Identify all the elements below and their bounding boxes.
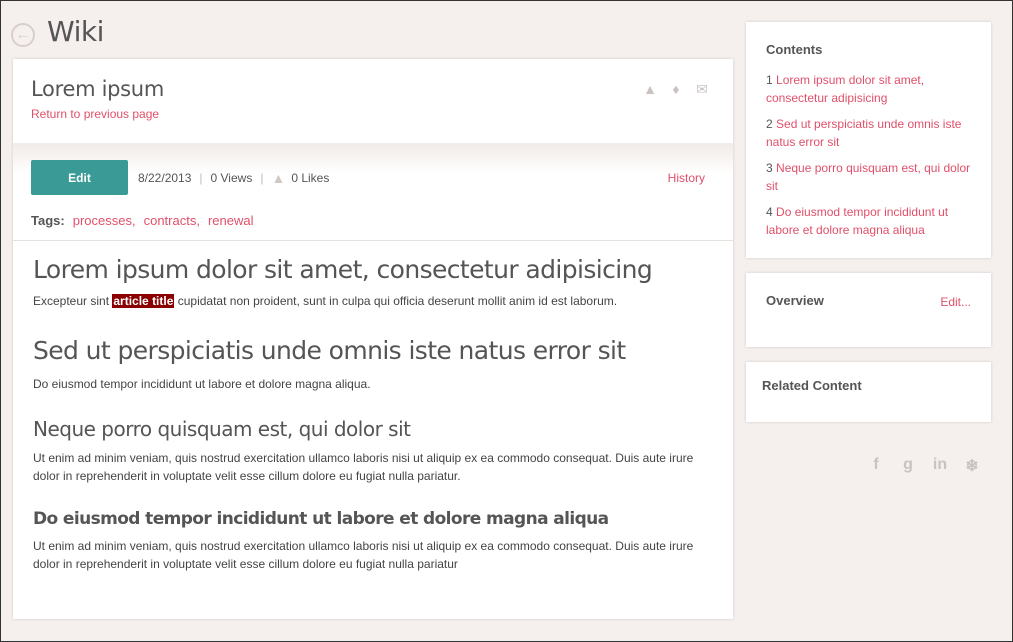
contents-panel: Contents 1 Lorem ipsum dolor sit amet, c… — [746, 22, 991, 258]
list-item: 1 Lorem ipsum dolor sit amet, consectetu… — [766, 73, 925, 105]
thumbs-up-icon[interactable]: ▲ — [641, 81, 659, 98]
section-heading: Sed ut perspiciatis unde omnis iste natu… — [33, 336, 626, 365]
divider: | — [260, 170, 264, 185]
tags-row: Tags: processes, contracts, renewal — [31, 213, 254, 228]
related-content-panel: Related Content — [746, 362, 991, 422]
facebook-icon[interactable]: f — [866, 456, 886, 476]
list-item: 2 Sed ut perspiciatis unde omnis iste na… — [766, 117, 962, 149]
page-header: ← Wiki — [11, 15, 104, 48]
toc-link[interactable]: Sed ut perspiciatis unde omnis iste natu… — [766, 117, 961, 149]
google-plus-icon[interactable]: g — [898, 456, 918, 476]
views-count: 0 Views — [210, 170, 253, 185]
mail-icon[interactable]: ✉ — [693, 81, 711, 98]
related-title: Related Content — [762, 378, 862, 393]
history-link[interactable]: History — [668, 171, 705, 185]
article-meta: 8/22/2013 | 0 Views | ▲ 0 Likes — [138, 170, 329, 186]
toc-link[interactable]: Do eiusmod tempor incididunt ut labore e… — [766, 205, 948, 237]
article-title: Lorem ipsum — [31, 77, 164, 101]
tag-icon[interactable]: ♦ — [667, 81, 685, 98]
list-item: 3 Neque porro quisquam est, qui dolor si… — [766, 161, 971, 193]
toc-list: 1 Lorem ipsum dolor sit amet, consectetu… — [766, 71, 971, 239]
likes-count: 0 Likes — [291, 170, 330, 185]
tag-link[interactable]: contracts — [144, 213, 197, 228]
overview-panel: Overview Edit... — [746, 273, 991, 347]
article-body: Lorem ipsum dolor sit amet, consectetur … — [13, 241, 733, 573]
overview-edit-link[interactable]: Edit... — [940, 295, 971, 309]
section-text: Ut enim ad minim veniam, quis nostrud ex… — [33, 539, 694, 571]
tags-label: Tags: — [31, 213, 65, 228]
twitter-icon[interactable]: ❄ — [962, 456, 982, 476]
linkedin-icon[interactable]: in — [930, 456, 950, 476]
return-link[interactable]: Return to previous page — [31, 107, 715, 121]
toc-link[interactable]: Neque porro quisquam est, qui dolor sit — [766, 161, 970, 193]
highlighted-text: article title — [112, 294, 175, 308]
list-item: 4 Do eiusmod tempor incididunt ut labore… — [766, 205, 949, 237]
section-heading: Neque porro quisquam est, qui dolor sit — [33, 417, 411, 441]
thumbs-up-icon[interactable]: ▲ — [271, 170, 285, 186]
tag-link[interactable]: renewal — [208, 213, 254, 228]
section-heading: Lorem ipsum dolor sit amet, consectetur … — [33, 255, 653, 284]
arrow-left-circle-icon[interactable]: ← — [11, 22, 35, 47]
section-text: Do eiusmod tempor incididunt ut labore e… — [33, 377, 371, 391]
article-actions: ▲ ♦ ✉ — [641, 81, 711, 98]
edit-button[interactable]: Edit — [31, 160, 128, 195]
toc-link[interactable]: Lorem ipsum dolor sit amet, consectetur … — [766, 73, 924, 105]
tag-link[interactable]: processes — [73, 213, 132, 228]
social-links: f g in ❄ — [866, 456, 982, 476]
section-text: Excepteur sint article title cupidatat n… — [33, 294, 618, 308]
page-title: Wiki — [47, 15, 104, 48]
article-toolbar: Edit 8/22/2013 | 0 Views | ▲ 0 Likes His… — [13, 143, 733, 241]
article-date: 8/22/2013 — [138, 170, 192, 185]
section-heading: Do eiusmod tempor incididunt ut labore e… — [33, 509, 609, 529]
section-text: Ut enim ad minim veniam, quis nostrud ex… — [33, 451, 694, 483]
divider: | — [199, 170, 203, 185]
article-card: Lorem ipsum Return to previous page ▲ ♦ … — [13, 59, 733, 619]
article-header: Lorem ipsum Return to previous page ▲ ♦ … — [13, 59, 733, 143]
contents-title: Contents — [766, 42, 823, 57]
